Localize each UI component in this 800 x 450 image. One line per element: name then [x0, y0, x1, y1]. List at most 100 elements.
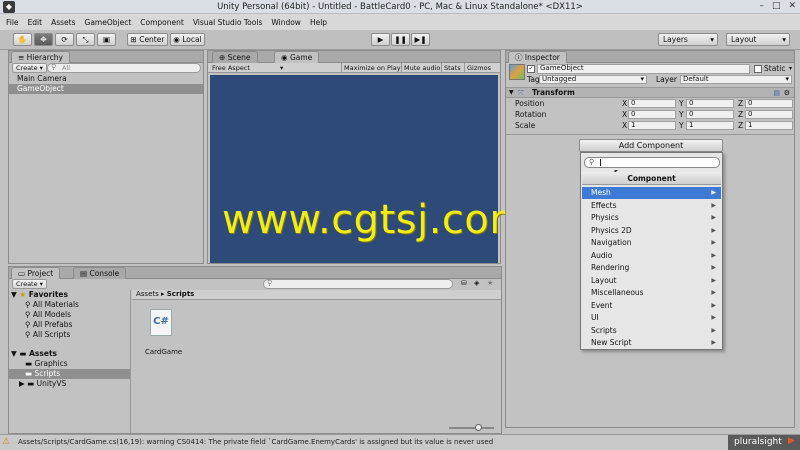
- component-search-input[interactable]: ⚲: [584, 157, 720, 168]
- tab-hierarchy[interactable]: ≡ Hierarchy: [11, 51, 70, 63]
- breadcrumb: Assets ▸ Scripts: [132, 290, 501, 300]
- component-menu-physics-2d[interactable]: Physics 2D ▶: [582, 225, 721, 237]
- rect-tool-icon[interactable]: ▣: [97, 33, 116, 46]
- tab-project[interactable]: ▭ Project: [11, 267, 61, 279]
- tab-console[interactable]: ▤ Console: [73, 267, 127, 279]
- menu-edit[interactable]: Edit: [28, 18, 43, 27]
- add-component-popup: ⚲ ↖ Component Mesh▶ Effects▶ Physics▶ Ph…: [580, 152, 723, 350]
- component-menu-navigation[interactable]: Navigation ▶: [582, 237, 721, 249]
- chevron-right-icon: ▶: [711, 214, 716, 221]
- component-menu-scripts[interactable]: Scripts ▶: [582, 325, 721, 337]
- component-menu-mesh[interactable]: Mesh ▶: [582, 187, 721, 199]
- thumbnail-size-slider[interactable]: [449, 427, 494, 429]
- component-menu-miscellaneous[interactable]: Miscellaneous ▶: [582, 287, 721, 299]
- hierarchy-create-button[interactable]: Create ▾: [12, 63, 47, 73]
- folder-scripts[interactable]: ▬ Scripts: [9, 369, 130, 379]
- favorite-all-scripts[interactable]: ⚲ All Scripts: [25, 330, 70, 340]
- hierarchy-search-input[interactable]: All: [47, 63, 201, 73]
- position-z-field[interactable]: 0: [745, 99, 793, 108]
- hierarchy-item-gameobject[interactable]: GameObject: [9, 84, 203, 94]
- component-menu-event[interactable]: Event ▶: [582, 300, 721, 312]
- minimize-button[interactable]: –: [759, 1, 764, 11]
- menu-component[interactable]: Component: [140, 18, 184, 27]
- folder-unityvs[interactable]: ▶ ▬ UnityVS: [19, 379, 66, 389]
- file-name-cardgame[interactable]: CardGame: [145, 347, 182, 357]
- close-button[interactable]: ✕: [788, 1, 796, 11]
- static-caret-icon[interactable]: ▾: [789, 64, 792, 73]
- stats-toggle[interactable]: Stats: [441, 63, 461, 73]
- rotation-y-field[interactable]: 0: [686, 110, 734, 119]
- component-popup-header: Component: [582, 172, 721, 185]
- active-checkbox[interactable]: ✓: [527, 65, 535, 73]
- scale-x-field[interactable]: 1: [628, 121, 676, 130]
- project-search-input[interactable]: [263, 279, 453, 289]
- folder-graphics[interactable]: ▬ Graphics: [25, 359, 68, 369]
- tab-scene[interactable]: ⊕ Scene: [212, 51, 258, 63]
- component-menu-physics[interactable]: Physics ▶: [582, 212, 721, 224]
- tag-dropdown[interactable]: Untagged ▾: [539, 75, 647, 84]
- status-message[interactable]: Assets/Scripts/CardGame.cs(16,19): warni…: [18, 438, 493, 446]
- component-menu-effects[interactable]: Effects ▶: [582, 200, 721, 212]
- favorite-star-icon[interactable]: ★: [487, 279, 493, 287]
- favorites-header[interactable]: ▼ ★ Favorites: [11, 290, 68, 300]
- add-component-button[interactable]: Add Component: [579, 139, 723, 152]
- favorite-all-materials[interactable]: ⚲ All Materials: [25, 300, 79, 310]
- scale-z-field[interactable]: 1: [745, 121, 793, 130]
- move-tool-icon[interactable]: ✥: [34, 33, 53, 46]
- mute-audio-toggle[interactable]: Mute audio: [401, 63, 440, 73]
- static-checkbox[interactable]: [754, 65, 762, 73]
- maximize-button[interactable]: □: [772, 1, 781, 11]
- favorite-all-prefabs[interactable]: ⚲ All Prefabs: [25, 320, 72, 330]
- rotation-z-field[interactable]: 0: [745, 110, 793, 119]
- folder-label: Graphics: [34, 359, 68, 368]
- hierarchy-item-main-camera[interactable]: Main Camera: [9, 74, 203, 84]
- gizmos-dropdown[interactable]: Gizmos: [464, 63, 491, 73]
- space-local-toggle[interactable]: ◉ Local: [170, 33, 205, 46]
- component-menu-new-script[interactable]: New Script ▶: [582, 337, 721, 349]
- pivot-center-toggle[interactable]: ⊞ Center: [127, 33, 168, 46]
- tab-game[interactable]: ◉ Game: [274, 51, 320, 63]
- tab-inspector[interactable]: ⓘ Inspector: [508, 51, 567, 63]
- component-menu-audio[interactable]: Audio ▶: [582, 250, 721, 262]
- menu-window[interactable]: Window: [271, 18, 301, 27]
- layers-dropdown[interactable]: Layers ▾: [658, 33, 718, 46]
- aspect-dropdown[interactable]: Free Aspect ▾: [212, 63, 283, 73]
- rotation-x-field[interactable]: 0: [628, 110, 676, 119]
- filter-by-type-icon[interactable]: ⛁: [461, 279, 467, 287]
- step-button-icon[interactable]: ▶❚: [411, 33, 430, 46]
- position-x-field[interactable]: 0: [628, 99, 676, 108]
- menu-visual-studio-tools[interactable]: Visual Studio Tools: [193, 18, 263, 27]
- position-y-field[interactable]: 0: [686, 99, 734, 108]
- menu-file[interactable]: File: [6, 18, 19, 27]
- component-menu-ui[interactable]: UI ▶: [582, 312, 721, 324]
- menu-help[interactable]: Help: [310, 18, 327, 27]
- hand-tool-icon[interactable]: ✋: [13, 33, 32, 46]
- layer-dropdown[interactable]: Default ▾: [680, 75, 792, 84]
- menu-gameobject[interactable]: GameObject: [85, 18, 132, 27]
- transform-header[interactable]: ▼ ⤧ Transform ▤ ⚙: [506, 87, 794, 98]
- menu-assets[interactable]: Assets: [51, 18, 75, 27]
- slider-handle[interactable]: [475, 424, 482, 431]
- favorite-all-models[interactable]: ⚲ All Models: [25, 310, 71, 320]
- project-create-button[interactable]: Create ▾: [12, 279, 47, 289]
- search-folder-icon: ⚲: [25, 310, 31, 319]
- play-button-icon[interactable]: ▶: [371, 33, 390, 46]
- component-menu-rendering[interactable]: Rendering ▶: [582, 262, 721, 274]
- breadcrumb-assets[interactable]: Assets: [136, 290, 159, 298]
- pause-button-icon[interactable]: ❚❚: [391, 33, 410, 46]
- scale-tool-icon[interactable]: ⤡: [76, 33, 95, 46]
- component-menu-layout[interactable]: Layout ▶: [582, 275, 721, 287]
- filter-by-label-icon[interactable]: ◈: [474, 279, 479, 287]
- object-name-field[interactable]: GameObject: [537, 64, 750, 74]
- layout-dropdown[interactable]: Layout ▾: [726, 33, 790, 46]
- csharp-script-icon[interactable]: C#: [150, 309, 172, 336]
- layer-value: Default: [683, 75, 709, 83]
- maximize-on-play-toggle[interactable]: Maximize on Play: [341, 63, 401, 73]
- rotate-tool-icon[interactable]: ⟳: [55, 33, 74, 46]
- scale-y-field[interactable]: 1: [686, 121, 734, 130]
- assets-root[interactable]: ▼ ▬ Assets: [11, 349, 57, 359]
- help-book-icon[interactable]: ▤: [773, 88, 780, 98]
- breadcrumb-scripts[interactable]: Scripts: [167, 290, 195, 298]
- hierarchy-toolbar: Create ▾ All ⚲: [9, 63, 203, 74]
- settings-gear-icon[interactable]: ⚙: [784, 88, 790, 98]
